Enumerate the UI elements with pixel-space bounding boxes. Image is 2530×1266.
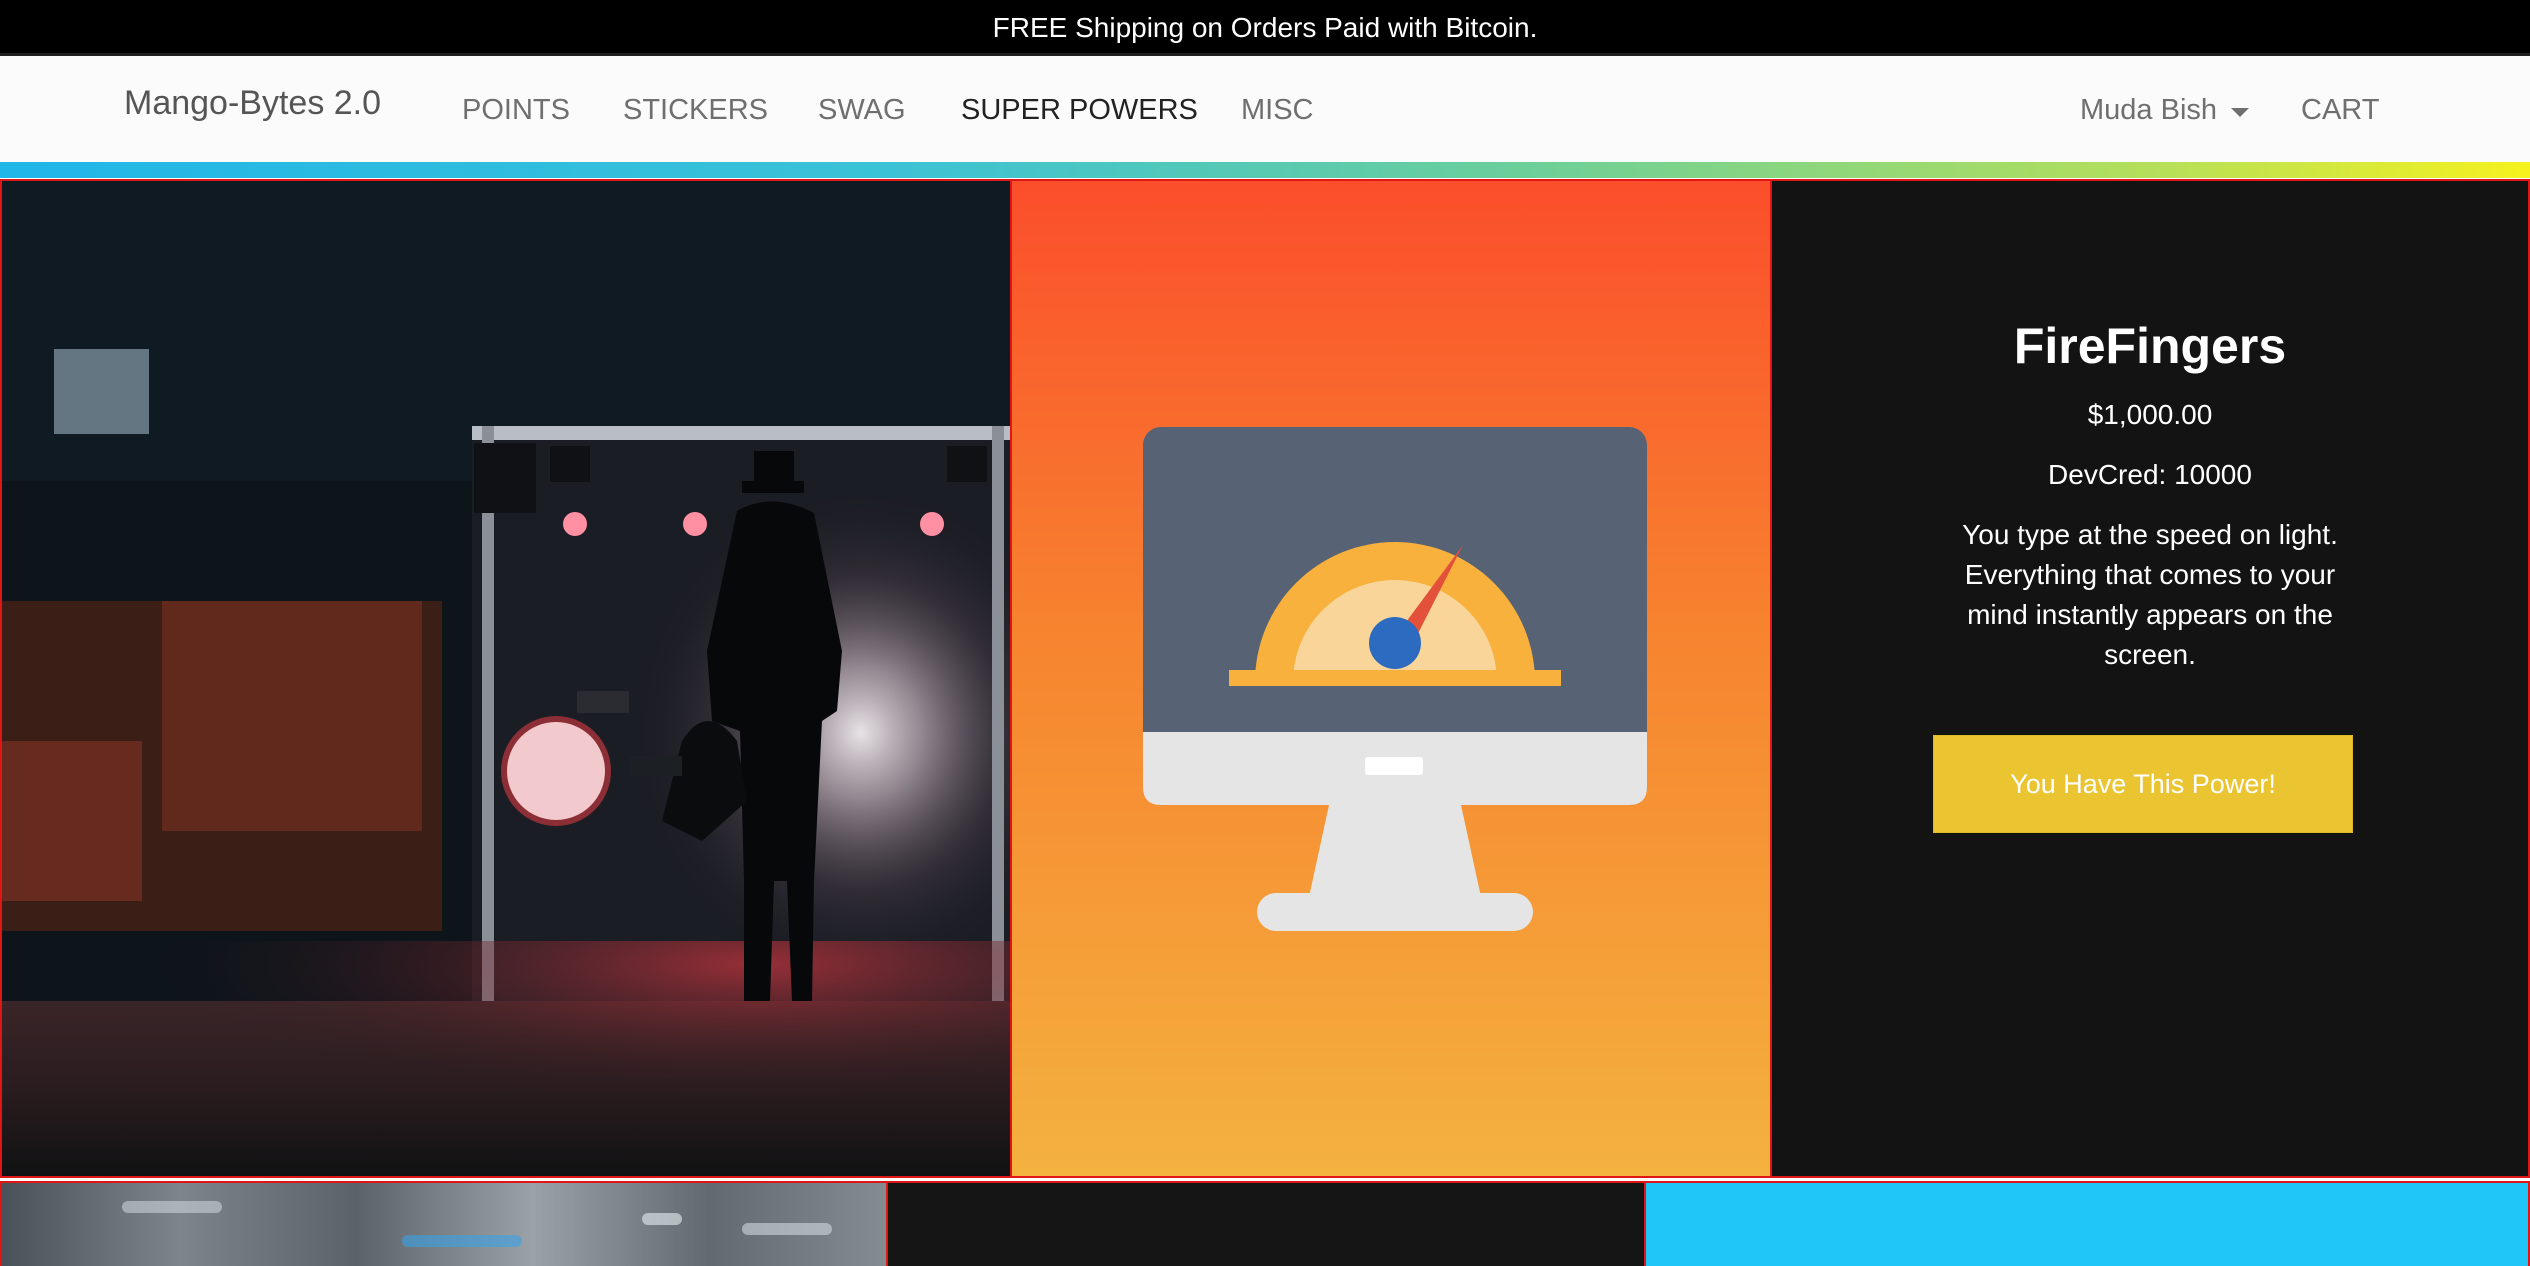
nav-item-swag[interactable]: SWAG <box>818 94 906 127</box>
shipping-announcement-bar: FREE Shipping on Orders Paid with Bitcoi… <box>0 0 2530 55</box>
nav-item-misc[interactable]: MISC <box>1241 94 1314 127</box>
top-navbar: Mango-Bytes 2.0 POINTS STICKERS SWAG SUP… <box>0 56 2530 166</box>
brand-link[interactable]: Mango-Bytes 2.0 <box>124 84 381 123</box>
product-devcred: DevCred: 10000 <box>2048 459 2252 490</box>
blurred-detail <box>742 1223 832 1235</box>
blurred-detail <box>122 1201 222 1213</box>
nav-item-points[interactable]: POINTS <box>462 94 570 127</box>
navbar-gradient-stripe <box>0 162 2530 178</box>
product-price: $1,000.00 <box>2087 399 2213 430</box>
product-tile-blue[interactable] <box>1644 1181 2530 1266</box>
blurred-detail <box>402 1235 522 1247</box>
page: FREE Shipping on Orders Paid with Bitcoi… <box>0 0 2530 1266</box>
announcement-text: FREE Shipping on Orders Paid with Bitcoi… <box>992 11 1538 43</box>
speedometer-monitor-icon <box>1143 427 1647 931</box>
product-row: FireFingers $1,000.00 DevCred: 10000 You… <box>0 179 2530 1178</box>
concert-silhouette-image <box>2 181 1010 1176</box>
concert-photo-tile <box>0 179 1012 1178</box>
product-tile-dark[interactable] <box>886 1181 1646 1266</box>
nav-item-super-powers[interactable]: SUPER POWERS <box>961 94 1198 127</box>
have-power-button[interactable]: You Have This Power! <box>1933 735 2353 833</box>
product-row-2 <box>0 1181 2530 1266</box>
product-image-tile <box>1010 179 1772 1178</box>
product-info-tile: FireFingers $1,000.00 DevCred: 10000 You… <box>1770 179 2530 1178</box>
user-menu-dropdown[interactable]: Muda Bish <box>2080 94 2250 127</box>
product-tile-screenshot[interactable] <box>0 1181 888 1266</box>
caret-down-icon <box>2231 108 2250 117</box>
nav-item-stickers[interactable]: STICKERS <box>623 94 768 127</box>
blurred-detail <box>642 1213 682 1225</box>
user-name: Muda Bish <box>2080 94 2218 126</box>
cart-link[interactable]: CART <box>2301 94 2379 127</box>
product-title: FireFingers <box>2013 318 2287 374</box>
product-description: You type at the speed on light. Everythi… <box>1962 519 2338 670</box>
